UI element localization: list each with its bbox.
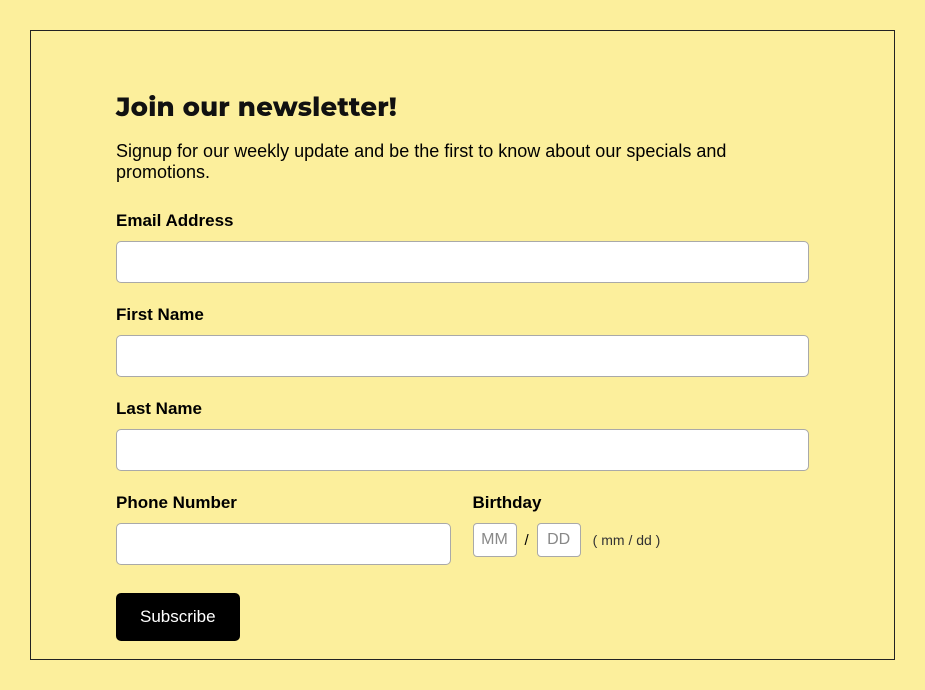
phone-field-group: Phone Number bbox=[116, 493, 453, 565]
birthday-day-input[interactable] bbox=[537, 523, 581, 557]
last-name-label: Last Name bbox=[116, 399, 809, 419]
last-name-input[interactable] bbox=[116, 429, 809, 471]
email-field-group: Email Address bbox=[116, 211, 809, 283]
birthday-hint: ( mm / dd ) bbox=[593, 532, 661, 548]
first-name-field-group: First Name bbox=[116, 305, 809, 377]
newsletter-form-panel: Join our newsletter! Signup for our week… bbox=[30, 30, 895, 660]
birthday-month-input[interactable] bbox=[473, 523, 517, 557]
phone-input[interactable] bbox=[116, 523, 451, 565]
first-name-label: First Name bbox=[116, 305, 809, 325]
first-name-input[interactable] bbox=[116, 335, 809, 377]
form-subtitle: Signup for our weekly update and be the … bbox=[116, 141, 809, 183]
phone-label: Phone Number bbox=[116, 493, 453, 513]
birthday-field-group: Birthday / ( mm / dd ) bbox=[473, 493, 810, 565]
birthday-separator: / bbox=[525, 532, 529, 549]
last-name-field-group: Last Name bbox=[116, 399, 809, 471]
birthday-label: Birthday bbox=[473, 493, 810, 513]
form-title: Join our newsletter! bbox=[116, 91, 809, 123]
email-label: Email Address bbox=[116, 211, 809, 231]
subscribe-button[interactable]: Subscribe bbox=[116, 593, 240, 641]
email-input[interactable] bbox=[116, 241, 809, 283]
